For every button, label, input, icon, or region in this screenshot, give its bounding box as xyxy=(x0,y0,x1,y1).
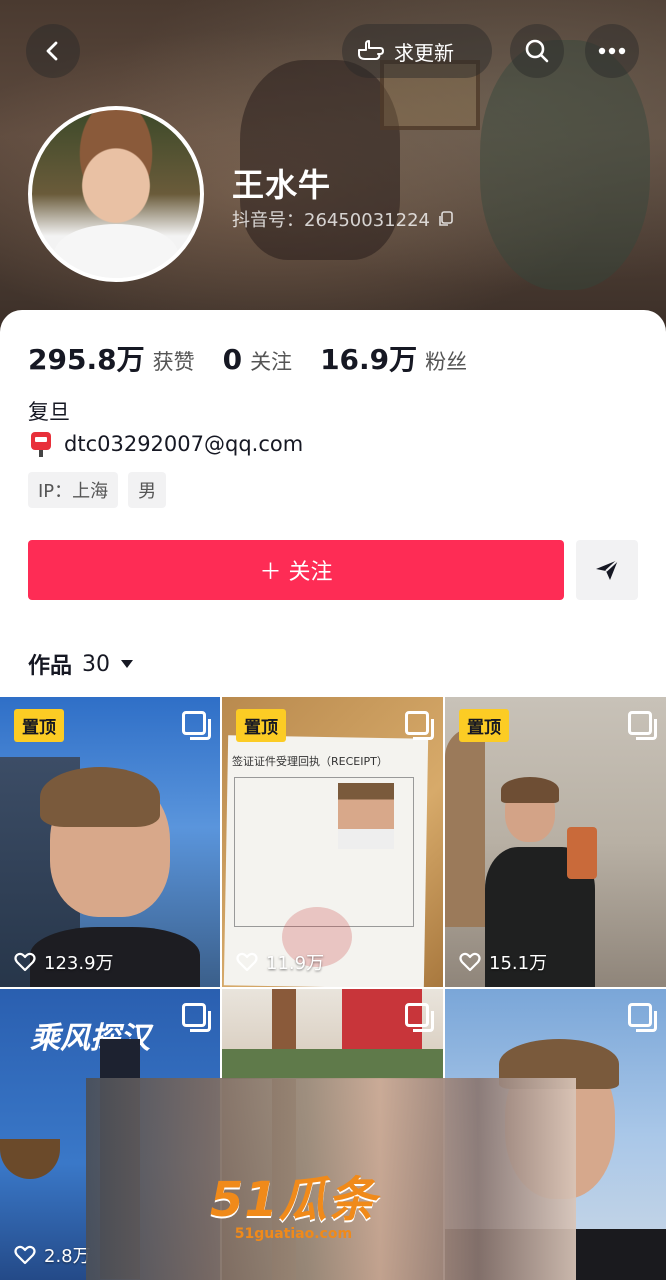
stat-label: 关注 xyxy=(250,350,293,374)
like-count: 11.9万 xyxy=(236,949,324,975)
stats-row: 295.8万 获赞 0 关注 16.9万 粉丝 xyxy=(28,338,467,378)
share-button[interactable] xyxy=(576,540,638,600)
stat-number: 295.8万 xyxy=(28,343,145,376)
works-count: 30 xyxy=(82,651,111,677)
more-button[interactable] xyxy=(585,24,639,78)
avatar[interactable] xyxy=(28,106,204,282)
like-count-text: 11.9万 xyxy=(266,953,325,974)
video-tile[interactable]: 签证证件受理回执（RECEIPT） 置顶 11.9万 xyxy=(222,697,443,987)
watermark-sub: 51guatiao.com xyxy=(234,1226,353,1242)
back-button[interactable] xyxy=(26,24,80,78)
multi-image-icon xyxy=(182,1003,211,1032)
video-tile[interactable]: 置顶 15.1万 xyxy=(445,697,666,987)
email-row: dtc03292007@qq.com xyxy=(28,430,303,458)
multi-image-icon xyxy=(405,711,434,740)
username: 王水牛 xyxy=(232,166,332,204)
stat-label: 粉丝 xyxy=(425,350,468,374)
douyin-id-text: 抖音号：26450031224 xyxy=(232,210,430,231)
ip-tag: IP：上海 xyxy=(28,472,119,508)
multi-image-icon xyxy=(405,1003,434,1032)
request-update-label: 求更新 xyxy=(394,40,454,65)
request-update-button[interactable]: 求更新 xyxy=(342,24,492,78)
follow-button[interactable]: ＋ 关注 xyxy=(28,540,564,600)
copy-icon[interactable] xyxy=(438,211,454,227)
works-label: 作品 xyxy=(28,654,73,679)
pinned-badge: 置顶 xyxy=(14,709,64,742)
pinned-badge: 置顶 xyxy=(236,709,286,742)
pinned-badge: 置顶 xyxy=(459,709,509,742)
like-count-text: 123.9万 xyxy=(44,953,114,974)
more-dots-icon xyxy=(598,47,626,55)
heart-icon xyxy=(14,1245,36,1265)
heart-icon xyxy=(14,952,36,972)
like-count-text: 2.8万 xyxy=(44,1246,91,1267)
search-button[interactable] xyxy=(510,24,564,78)
like-count: 2.8万 xyxy=(14,1242,91,1268)
stat-number: 0 xyxy=(222,343,243,376)
tags-row: IP：上海 男 xyxy=(28,472,167,508)
like-count: 15.1万 xyxy=(459,949,547,975)
stat-following[interactable]: 0 关注 xyxy=(223,343,292,376)
site-watermark: 51瓜条 51guatiao.com xyxy=(210,1160,377,1242)
email-text[interactable]: dtc03292007@qq.com xyxy=(64,432,303,456)
video-tile[interactable]: 置顶 123.9万 xyxy=(0,697,220,987)
multi-image-icon xyxy=(182,711,211,740)
search-icon xyxy=(525,39,549,63)
caret-down-icon xyxy=(121,660,134,668)
douyin-id: 抖音号：26450031224 xyxy=(232,206,454,232)
heart-icon xyxy=(236,952,258,972)
stat-followers[interactable]: 16.9万 粉丝 xyxy=(320,338,467,378)
heart-icon xyxy=(459,952,481,972)
multi-image-icon xyxy=(628,1003,657,1032)
stat-label: 获赞 xyxy=(152,350,195,374)
like-count-text: 15.1万 xyxy=(489,953,548,974)
tab-works[interactable]: 作品 30 xyxy=(28,648,134,680)
send-icon xyxy=(596,559,619,580)
bio: 复旦 xyxy=(28,400,70,424)
hand-point-icon xyxy=(358,40,384,60)
like-count: 123.9万 xyxy=(14,949,114,975)
mailbox-icon xyxy=(31,432,51,457)
chevron-left-icon xyxy=(46,41,58,61)
watermark-main: 51瓜条 xyxy=(210,1172,377,1228)
receipt-title: 签证证件受理回执（RECEIPT） xyxy=(232,755,388,768)
multi-image-icon xyxy=(628,711,657,740)
stat-likes[interactable]: 295.8万 获赞 xyxy=(28,338,195,378)
stat-number: 16.9万 xyxy=(320,343,418,376)
gender-tag: 男 xyxy=(128,472,167,508)
